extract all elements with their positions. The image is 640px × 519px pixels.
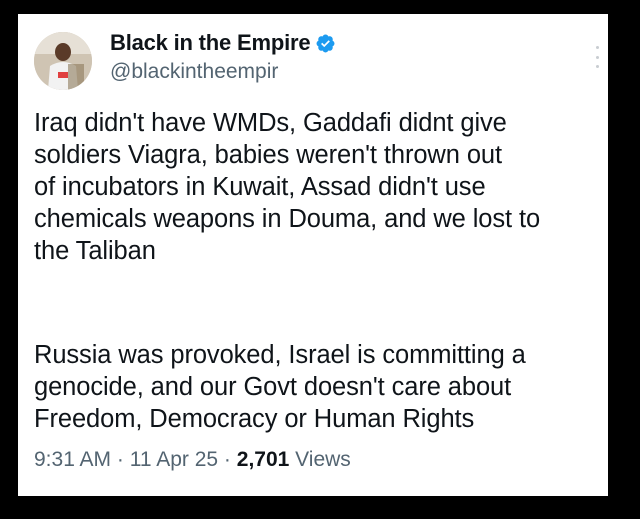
meta-separator: · bbox=[111, 448, 130, 471]
tweet-time[interactable]: 9:31 AM bbox=[34, 448, 111, 471]
more-options-icon[interactable] bbox=[594, 46, 600, 68]
tweet-text-paragraph-1: Iraq didn't have WMDs, Gaddafi didnt giv… bbox=[34, 109, 541, 265]
verified-badge-icon bbox=[315, 33, 336, 54]
screenshot-frame: Black in the Empire @blackintheempir Ira… bbox=[0, 0, 640, 519]
tweet-text-paragraph-2: Russia was provoked, Israel is committin… bbox=[34, 341, 526, 433]
tweet-card[interactable]: Black in the Empire @blackintheempir Ira… bbox=[18, 14, 608, 496]
views-label: Views bbox=[289, 448, 351, 471]
tweet-date[interactable]: 11 Apr 25 bbox=[130, 448, 218, 471]
author-handle[interactable]: @blackintheempir bbox=[110, 60, 278, 84]
author-name-row: Black in the Empire bbox=[110, 30, 336, 56]
tweet-meta: 9:31 AM · 11 Apr 25 · 2,701 Views bbox=[34, 448, 351, 472]
avatar-image bbox=[34, 32, 92, 90]
avatar[interactable] bbox=[34, 32, 92, 90]
meta-separator: · bbox=[218, 448, 237, 471]
views-count[interactable]: 2,701 bbox=[237, 448, 290, 471]
author-display-name[interactable]: Black in the Empire bbox=[110, 30, 311, 56]
